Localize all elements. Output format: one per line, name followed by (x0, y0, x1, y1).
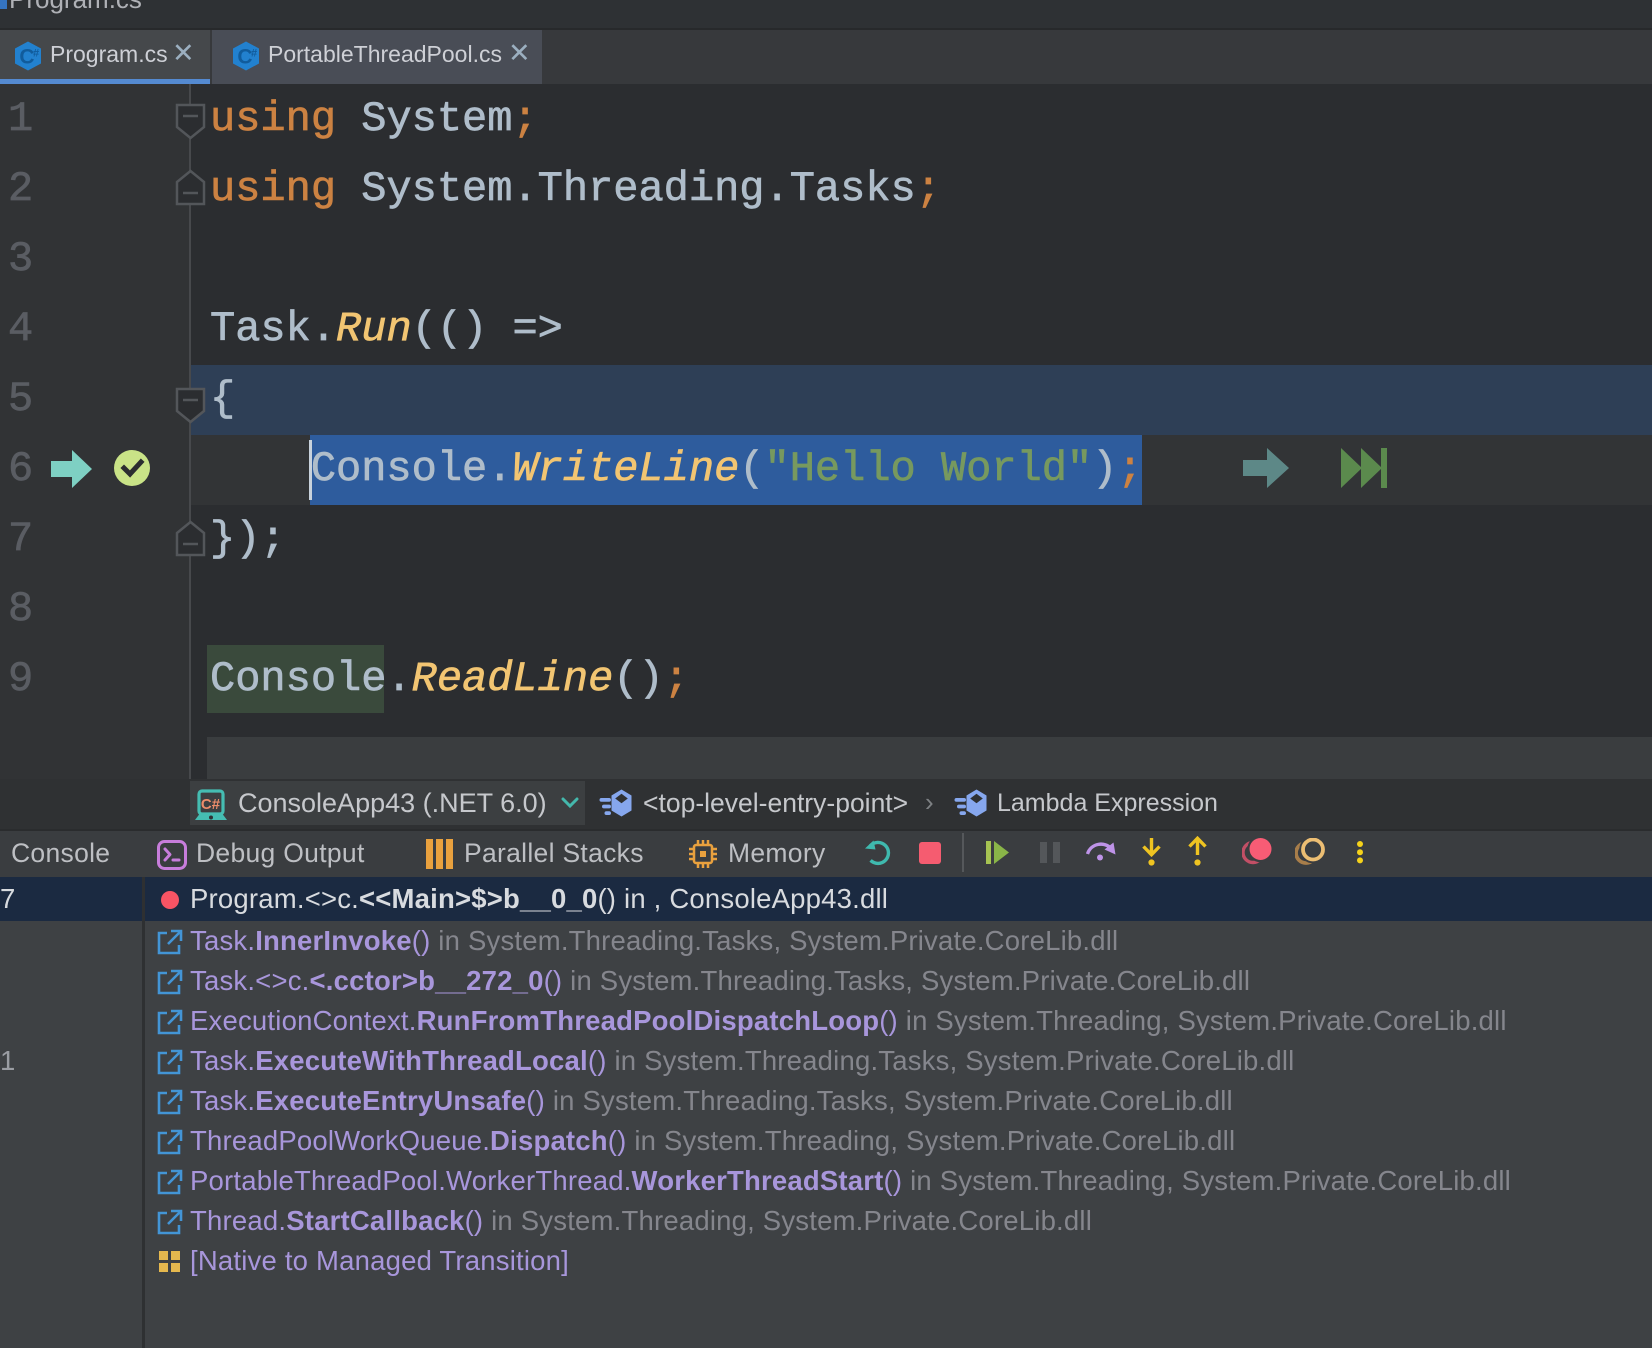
svg-text:#: # (33, 48, 39, 60)
svg-text:#: # (251, 48, 257, 60)
svg-text:C#: C# (201, 796, 221, 813)
